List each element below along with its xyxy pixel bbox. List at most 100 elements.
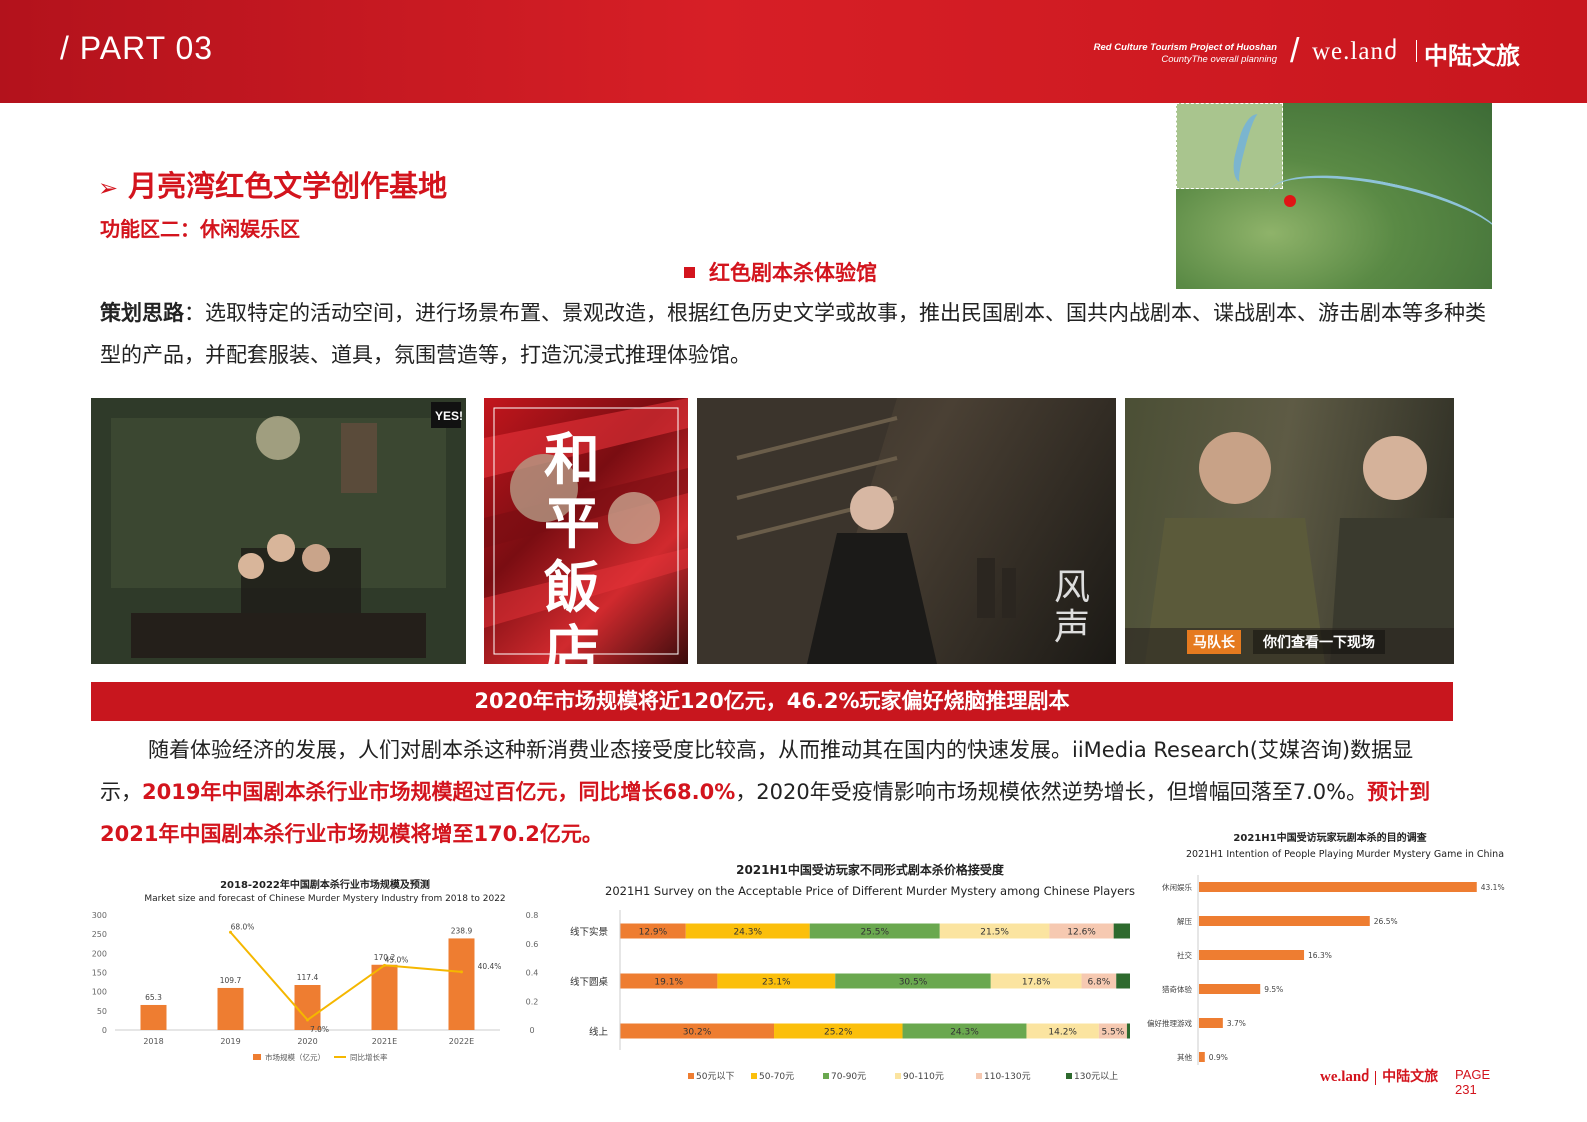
y-tick-label: 100 xyxy=(92,988,107,997)
segment-label: 5.5% xyxy=(1101,1028,1124,1038)
square-bullet-icon xyxy=(684,266,695,278)
y-tick-label: 0 xyxy=(102,1026,107,1035)
legend-label: 70-90元 xyxy=(831,1072,866,1082)
officers-illustration xyxy=(1125,432,1454,664)
bar-其他 xyxy=(1199,1052,1205,1062)
photo-poster-peace-hotel: 和平飯店 xyxy=(484,398,688,664)
chart3-title: 2021H1中国受访玩家玩剧本杀的目的调查 xyxy=(1233,833,1427,844)
drama-title-calligraphy: 风声 xyxy=(1054,567,1091,648)
legend-swatch xyxy=(751,1073,757,1079)
growth-rate-line xyxy=(229,931,462,1022)
segment-label: 30.2% xyxy=(683,1028,712,1038)
market-text-2: ，2020年受疫情影响市场规模依然逆势增长，但增幅回落至7.0%。 xyxy=(735,780,1368,804)
segment-130元以上 xyxy=(1113,923,1130,939)
map-inset xyxy=(1176,103,1283,189)
intro-paragraph: 策划思路：选取特定的活动空间，进行场景布置、景观改造，根据红色历史文学或故事，推… xyxy=(100,292,1490,376)
y-tick-label: 150 xyxy=(92,969,107,978)
bar-value-label: 238.9 xyxy=(451,926,473,935)
market-highlight-1: 2019年中国剧本杀行业市场规模超过百亿元，同比增长68.0% xyxy=(142,780,736,804)
subtitle-speaker-tag: 马队长 xyxy=(1187,630,1241,654)
segment-130元以上 xyxy=(1116,973,1130,989)
chart2-title: 2021H1中国受访玩家不同形式剧本杀价格接受度 xyxy=(736,863,1004,877)
legend-label: 50-70元 xyxy=(759,1072,794,1082)
row-label: 线上 xyxy=(589,1026,609,1038)
legend-label: 130元以上 xyxy=(1074,1071,1118,1082)
segment-label: 19.1% xyxy=(654,978,683,988)
segment-label: 14.2% xyxy=(1048,1028,1077,1038)
segment-130元以上 xyxy=(1126,1023,1130,1039)
bar-2019 xyxy=(217,987,244,1030)
brand-logo-en: we.lanძ xyxy=(1312,38,1399,65)
row-label: 线下圆桌 xyxy=(570,976,609,988)
bar-value-label: 117.4 xyxy=(297,973,319,982)
y2-tick-label: 0.2 xyxy=(526,997,539,1006)
market-size-chart: 0 50 100 150 200 250 300 0 0.2 0.4 0.6 0.8 65.3 2018 1… xyxy=(92,911,539,1062)
legend-swatch xyxy=(976,1073,982,1079)
bar-value-label: 3.7% xyxy=(1227,1019,1246,1028)
segment-label: 24.3% xyxy=(733,928,762,938)
growth-rate-point xyxy=(306,1018,309,1022)
bar-value-label: 65.3 xyxy=(145,993,162,1002)
bar-value-label: 109.7 xyxy=(220,976,242,985)
legend-label: 90-110元 xyxy=(903,1072,944,1082)
legend-swatch xyxy=(895,1073,901,1079)
legend-swatch xyxy=(1066,1073,1072,1079)
growth-rate-label: 7.0% xyxy=(310,1025,329,1034)
y-tick-label: 300 xyxy=(92,911,107,920)
brand-logo-cn: 中陆文旅 xyxy=(1424,42,1520,70)
growth-rate-label: 68.0% xyxy=(231,922,255,931)
legend-label-growth: 同比增长率 xyxy=(350,1052,388,1062)
y2-tick-label: 0.8 xyxy=(526,911,539,920)
growth-rate-label: 45.0% xyxy=(385,955,409,964)
segment-label: 25.2% xyxy=(824,1028,853,1038)
y2-tick-label: 0.4 xyxy=(526,969,539,978)
bar-社交 xyxy=(1199,950,1305,960)
growth-rate-label: 40.4% xyxy=(478,962,502,971)
segment-label: 21.5% xyxy=(980,928,1009,938)
bar-2021E xyxy=(371,964,398,1030)
legend-swatch-market xyxy=(253,1054,261,1060)
segment-label: 25.5% xyxy=(860,928,889,938)
photo-group-costume: YES! xyxy=(91,398,466,664)
map-pin-icon xyxy=(1284,195,1296,207)
segment-label: 24.3% xyxy=(950,1028,979,1038)
x-tick-label: 2019 xyxy=(220,1037,240,1046)
legend-label: 110-130元 xyxy=(984,1072,1031,1082)
row-label: 偏好推理游戏 xyxy=(1147,1018,1192,1028)
wall-sign: YES! xyxy=(435,409,463,423)
footer-brand-en: we.lanძ xyxy=(1320,1069,1370,1085)
x-tick-label: 2021E xyxy=(372,1037,397,1046)
y2-tick-label: 0.6 xyxy=(526,940,539,949)
photo-drama-still-woman: 风声 xyxy=(697,398,1116,664)
bar-2020 xyxy=(294,984,321,1030)
page-number: PAGE 231 xyxy=(1455,1067,1490,1097)
header-divider: / xyxy=(1290,32,1300,70)
tagline-line-1: Red Culture Tourism Project of Huoshan xyxy=(1093,42,1277,53)
brand-separator xyxy=(1416,40,1417,62)
intro-label: 策划思路 xyxy=(100,301,184,325)
section-subtitle: 功能区二：休闲娱乐区 xyxy=(100,217,300,241)
x-tick-label: 2018 xyxy=(143,1037,163,1046)
bar-解压 xyxy=(1199,916,1370,926)
y-tick-label: 50 xyxy=(97,1007,107,1016)
page-label: PAGE xyxy=(1455,1067,1491,1082)
bar-猎奇体验 xyxy=(1199,984,1261,994)
feature-heading: 红色剧本杀体验馆 xyxy=(684,257,877,287)
map-river xyxy=(1261,158,1492,278)
page-number-value: 231 xyxy=(1455,1082,1477,1097)
x-tick-label: 2022E xyxy=(449,1037,474,1046)
row-label: 休闲娱乐 xyxy=(1162,882,1192,892)
part-label: / PART 03 xyxy=(60,30,214,66)
chart1-subtitle: Market size and forecast of Chinese Murd… xyxy=(144,894,506,904)
play-intention-chart: 休闲娱乐 43.1% 解压 26.5% 社交 16.3% 猎奇体验 9.5% 偏好推理游戏 3.7… xyxy=(1147,875,1505,1065)
legend-label-market: 市场规模（亿元） xyxy=(265,1052,325,1062)
segment-label: 17.8% xyxy=(1022,978,1051,988)
arrow-icon: ➢ xyxy=(98,174,119,202)
bar-value-label: 0.9% xyxy=(1209,1053,1228,1062)
bar-value-label: 9.5% xyxy=(1264,985,1283,994)
section-title-text: 月亮湾红色文学创作基地 xyxy=(128,169,448,203)
tagline-line-2: CountyThe overall planning xyxy=(1161,54,1277,65)
row-label: 猎奇体验 xyxy=(1162,984,1192,994)
bar-value-label: 16.3% xyxy=(1308,951,1332,960)
photo-drama-still-officers: 马队长 你们查看一下现场 xyxy=(1125,398,1454,664)
